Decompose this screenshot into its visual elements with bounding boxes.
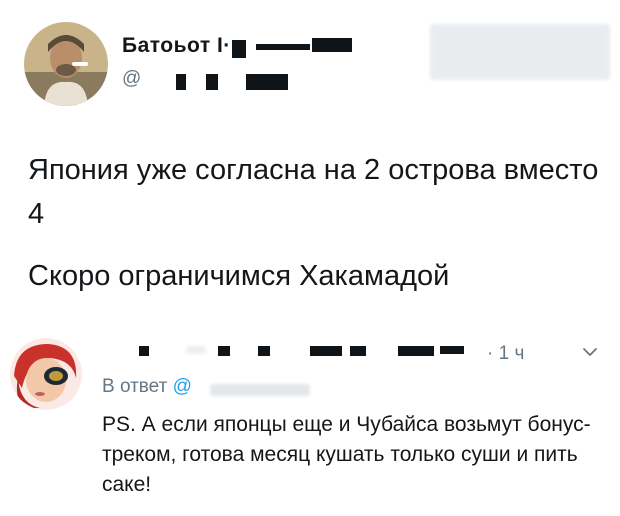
blurred-follow-area — [430, 24, 610, 80]
redaction-block — [398, 346, 434, 356]
blurred-handle — [210, 384, 310, 396]
redaction-block — [312, 38, 352, 52]
redaction-block — [206, 74, 218, 90]
reply-text: PS. А если японцы еще и Чубайса возьмут … — [102, 413, 591, 496]
redaction-block — [176, 74, 186, 90]
redaction-block — [256, 44, 310, 50]
chevron-down-icon[interactable] — [581, 344, 599, 360]
author-name[interactable]: Батоьот I· — [122, 34, 231, 58]
reply-to-handle[interactable]: @ — [173, 376, 192, 397]
redaction-block — [258, 346, 270, 356]
redaction-block — [232, 40, 246, 58]
redaction-block — [310, 346, 342, 356]
tweet-line: Япония уже согласна на 2 острова вместо … — [28, 154, 599, 230]
author-avatar[interactable] — [24, 22, 108, 106]
tweet-text: Япония уже согласна на 2 острова вместо … — [28, 148, 608, 298]
reply-to-line: В ответ @ — [102, 376, 192, 398]
reply-timestamp[interactable]: · 1 ч — [487, 343, 524, 365]
reply-to-prefix: В ответ — [102, 376, 168, 397]
redaction-block — [246, 74, 288, 90]
redaction-block — [139, 346, 149, 356]
author-handle[interactable]: @ — [122, 68, 141, 90]
blurred-text — [186, 346, 206, 354]
tweet-line: Скоро ограничимся Хакамадой — [28, 260, 450, 292]
redaction-block — [350, 346, 366, 356]
redaction-block — [218, 346, 230, 356]
redaction-block — [440, 346, 464, 354]
reply-avatar[interactable] — [10, 338, 82, 410]
